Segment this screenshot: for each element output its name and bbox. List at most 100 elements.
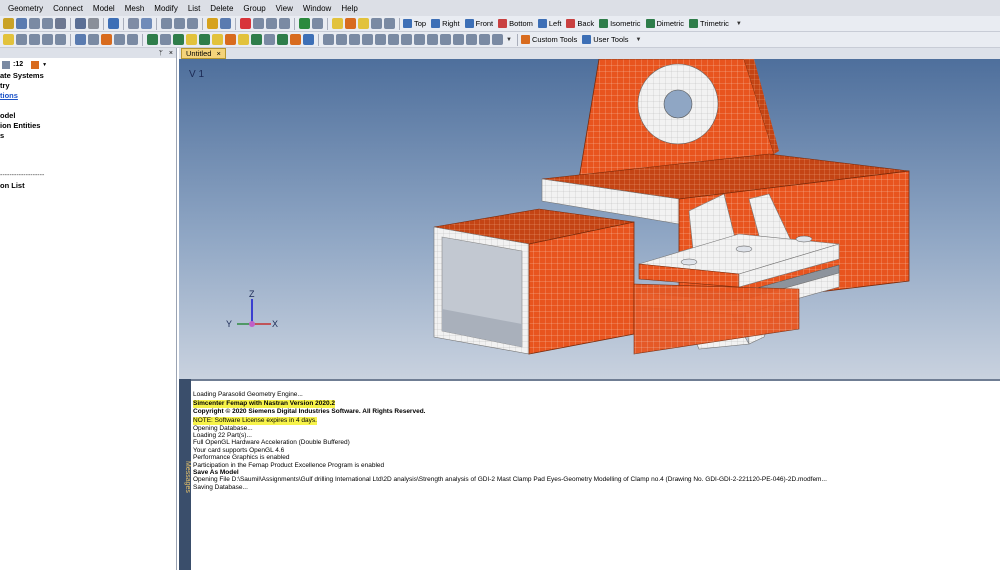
align-right-icon[interactable] [336,34,347,45]
close-icon[interactable]: × [169,50,173,57]
entity-icon[interactable] [220,18,231,29]
circle-icon[interactable] [238,34,249,45]
menu-mesh[interactable]: Mesh [125,4,145,13]
render-icon[interactable] [141,18,152,29]
window-icon[interactable] [466,34,477,45]
menu-list[interactable]: List [188,4,200,13]
menu-view[interactable]: View [276,4,293,13]
messages-side-tab[interactable]: Messages [179,379,191,570]
load-icon[interactable] [42,34,53,45]
filter-icon[interactable] [312,18,323,29]
tree-options-icon[interactable] [31,60,40,69]
view-style-icon[interactable] [128,18,139,29]
menu-connect[interactable]: Connect [53,4,83,13]
menu-model[interactable]: Model [93,4,115,13]
mesh-control-icon[interactable] [147,34,158,45]
curve-icon[interactable] [186,34,197,45]
tree-filter-icon[interactable] [2,60,10,69]
menu-help[interactable]: Help [341,4,357,13]
home-icon[interactable] [440,34,451,45]
select-icon[interactable] [108,18,119,29]
chevron-down-icon[interactable]: ▼ [636,37,642,43]
menu-window[interactable]: Window [303,4,331,13]
analysis-icon[interactable] [75,18,86,29]
view-left-button[interactable]: Left [537,19,561,28]
tree-item-connections[interactable]: tions [0,91,176,101]
close-icon[interactable]: × [216,49,220,58]
custom-tools-button[interactable]: Custom Tools [520,35,577,44]
layout-split-icon[interactable] [161,18,172,29]
align-left-icon[interactable] [323,34,334,45]
menu-modify[interactable]: Modify [154,4,178,13]
user-tools-button[interactable]: User Tools [582,35,629,44]
node-icon[interactable] [75,34,86,45]
tree-item-simulation-entities[interactable]: ion Entities [0,121,176,131]
mesh-size-icon[interactable] [160,34,171,45]
boolean-icon[interactable] [277,34,288,45]
tree-item-geometry[interactable]: try [0,81,176,91]
section-icon[interactable] [414,34,425,45]
delete-entity-icon[interactable] [240,18,251,29]
model-info-icon[interactable] [101,34,112,45]
plane-icon[interactable] [401,34,412,45]
pin-icon[interactable]: ᛘ [159,50,163,57]
layout-icon[interactable] [55,18,66,29]
geometry-tool-icon[interactable] [3,18,14,29]
contact-icon[interactable] [127,34,138,45]
pan-icon[interactable] [253,18,264,29]
zoom-icon[interactable] [266,18,277,29]
panel-icon[interactable] [174,18,185,29]
menu-geometry[interactable]: Geometry [8,4,43,13]
cross-icon[interactable] [299,18,310,29]
tree-item-selection-list[interactable]: on List [0,181,176,191]
menu-delete[interactable]: Delete [210,4,233,13]
solid-icon[interactable] [264,34,275,45]
view-top-button[interactable]: Top [403,19,426,28]
highlight-icon[interactable] [332,18,343,29]
align-top-icon[interactable] [349,34,360,45]
element-icon[interactable] [55,34,66,45]
table-view-icon[interactable] [492,34,503,45]
coord-icon[interactable] [88,34,99,45]
chevron-down-icon[interactable]: ▼ [506,37,512,43]
grid-icon[interactable] [42,18,53,29]
view-trimetric-button[interactable]: Trimetric [689,19,729,28]
view-bottom-button[interactable]: Bottom [498,19,533,28]
extrude-icon[interactable] [303,34,314,45]
group-icon[interactable] [358,18,369,29]
snap-icon[interactable] [384,18,395,29]
chevron-down-icon[interactable]: ▼ [42,62,47,68]
print-icon[interactable] [88,18,99,29]
view-back-button[interactable]: Back [566,19,594,28]
material-icon[interactable] [29,34,40,45]
tab-untitled[interactable]: Untitled × [181,48,226,59]
ruler-icon[interactable] [207,18,218,29]
bookmark-icon[interactable] [453,34,464,45]
tree-item-coordinate-systems[interactable]: ate Systems [0,71,176,81]
constraint-icon[interactable] [3,34,14,45]
line-icon[interactable] [212,34,223,45]
view-right-button[interactable]: Right [431,19,460,28]
spline-icon[interactable] [251,34,262,45]
frame-icon[interactable] [375,34,386,45]
view-isometric-button[interactable]: Isometric [599,19,641,28]
align-bottom-icon[interactable] [362,34,373,45]
box-icon[interactable] [187,18,198,29]
tree-item-groups[interactable]: s [0,131,176,141]
chevron-down-icon[interactable]: ▼ [736,21,742,27]
fit-icon[interactable] [279,18,290,29]
graphics-viewport[interactable]: V 1 Z X Y [179,59,1000,379]
cube-icon[interactable] [388,34,399,45]
tree-item-model[interactable]: odel [0,111,176,121]
midsurface-icon[interactable] [290,34,301,45]
arc-icon[interactable] [225,34,236,45]
clip-icon[interactable] [427,34,438,45]
connect-icon[interactable] [114,34,125,45]
surface-mesh-icon[interactable] [173,34,184,45]
view-front-button[interactable]: Front [464,19,493,28]
menu-group[interactable]: Group [243,4,265,13]
property-icon[interactable] [16,34,27,45]
pencil-icon[interactable] [345,18,356,29]
mesh-tool-icon[interactable] [16,18,27,29]
view-dimetric-button[interactable]: Dimetric [645,19,684,28]
